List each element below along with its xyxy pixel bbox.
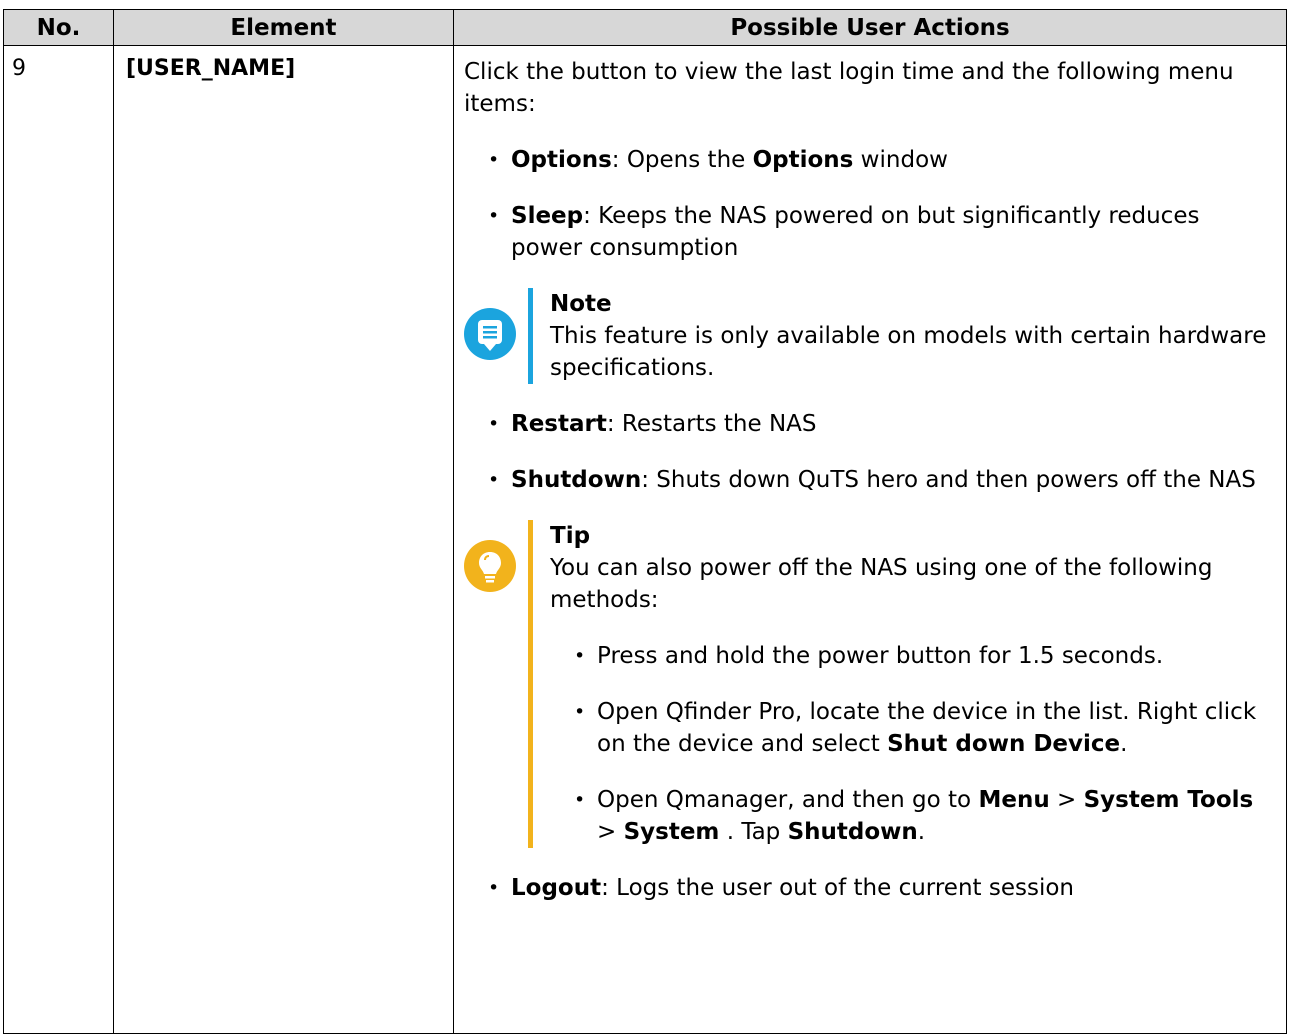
tip-title: Tip — [550, 523, 591, 549]
header-actions: Possible User Actions — [453, 9, 1287, 46]
lightbulb-icon — [464, 540, 516, 592]
tip-method-item: Open Qmanager, and then go to Menu > Sys… — [550, 784, 1276, 848]
menu-items-list-3: Logout: Logs the user out of the current… — [464, 872, 1276, 904]
cell-element: [USER_NAME] — [113, 45, 454, 1034]
header-no: No. — [3, 9, 114, 46]
menu-items-list: Options: Opens the Options window Sleep:… — [464, 144, 1276, 264]
table-row: 9 [USER_NAME] Click the button to view t… — [3, 45, 1287, 1034]
note-title: Note — [550, 291, 612, 317]
tip-methods-list: Press and hold the power button for 1.5 … — [550, 640, 1276, 848]
list-item-shutdown: Shutdown: Shuts down QuTS hero and then … — [464, 464, 1276, 496]
note-accent-bar — [528, 288, 533, 384]
list-item-sleep: Sleep: Keeps the NAS powered on but sign… — [464, 200, 1276, 264]
list-item-restart: Restart: Restarts the NAS — [464, 408, 1276, 440]
tip-accent-bar — [528, 520, 533, 848]
note-icon — [464, 308, 516, 360]
tip-method-item: Press and hold the power button for 1.5 … — [550, 640, 1276, 672]
header-element: Element — [113, 9, 454, 46]
note-text: This feature is only available on models… — [550, 323, 1267, 381]
note-box: Note This feature is only available on m… — [464, 288, 1276, 384]
cell-number: 9 — [3, 45, 114, 1034]
list-item-options: Options: Opens the Options window — [464, 144, 1276, 176]
tip-method-item: Open Qfinder Pro, locate the device in t… — [550, 696, 1276, 760]
menu-items-list-2: Restart: Restarts the NAS Shutdown: Shut… — [464, 408, 1276, 496]
tip-text: You can also power off the NAS using one… — [550, 555, 1213, 613]
list-item-logout: Logout: Logs the user out of the current… — [464, 872, 1276, 904]
header-row: No. Element Possible User Actions — [3, 9, 1287, 46]
tip-box: Tip You can also power off the NAS using… — [464, 520, 1276, 848]
intro-text: Click the button to view the last login … — [464, 59, 1234, 117]
user-actions-table: No. Element Possible User Actions 9 [USE… — [3, 9, 1287, 1034]
cell-actions: Click the button to view the last login … — [453, 45, 1287, 1034]
